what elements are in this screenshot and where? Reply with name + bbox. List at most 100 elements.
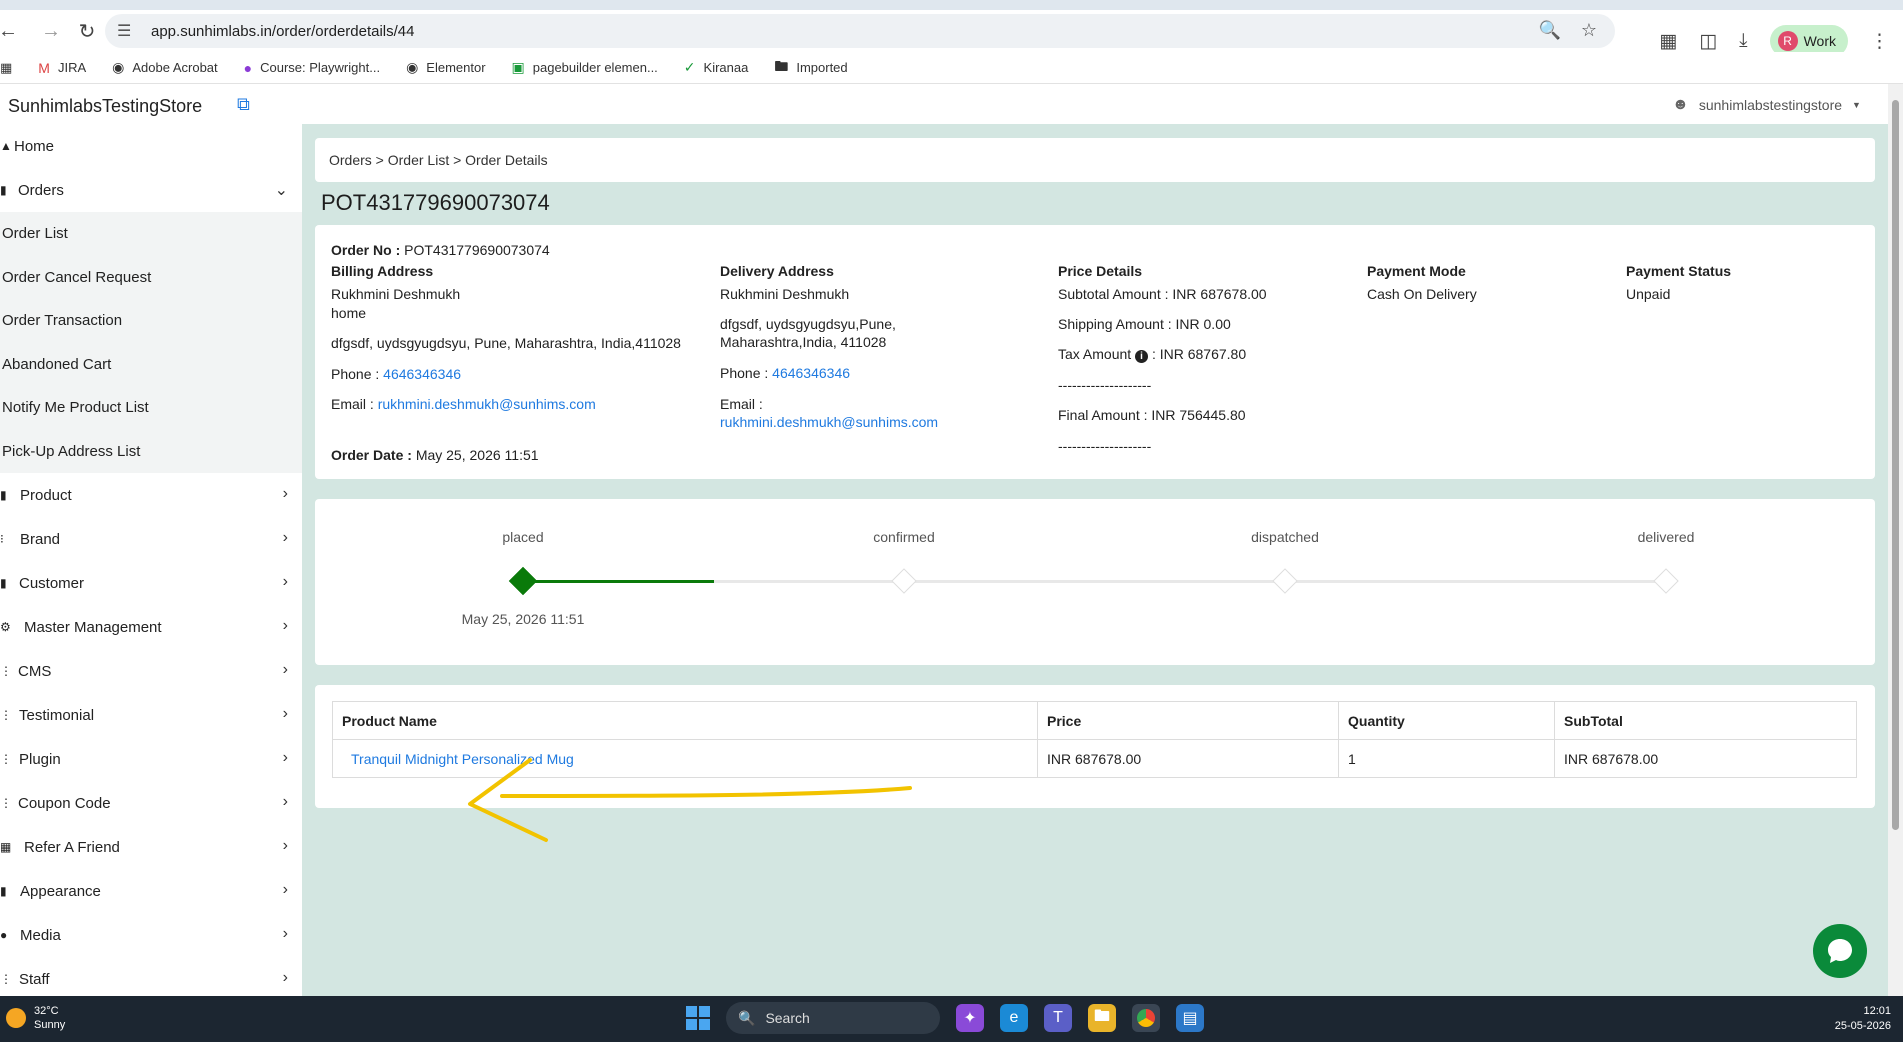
delivery-address-line1: dfgsdf, uydsgyugdsyu,Pune,	[720, 316, 896, 332]
chevron-right-icon: ›	[282, 881, 288, 898]
edge-icon[interactable]: e	[1000, 1004, 1028, 1032]
bookmark-elementor[interactable]: ◉ Elementor	[406, 59, 485, 76]
download-icon[interactable]: ⤓	[1739, 30, 1747, 52]
phone-link[interactable]: 4646346346	[772, 365, 850, 381]
row-quantity: 1	[1338, 739, 1555, 778]
step-confirmed-label: confirmed	[873, 529, 935, 545]
check-circle-icon: ✓	[683, 59, 696, 75]
bookmarks-bar: ▦ M JIRA ◉ Adobe Acrobat ● Course: Playwrig…	[0, 52, 1903, 84]
page-scrollbar[interactable]	[1888, 84, 1903, 996]
sidebar-item-customer[interactable]: ▮ Customer ›	[0, 561, 302, 605]
bookmark-course[interactable]: ● Course: Playwright...	[244, 60, 380, 76]
bookmark-jira[interactable]: M JIRA	[38, 60, 86, 76]
sidebar-item-order-cancel-request[interactable]: Order Cancel Request	[0, 256, 302, 300]
sidebar-item-master-management[interactable]: ⚙ Master Management ›	[0, 605, 302, 649]
shipping-amount: Shipping Amount : INR 0.00	[1058, 316, 1231, 332]
sidebar-item-plugin[interactable]: ⋮ Plugin ›	[0, 737, 302, 781]
testimonial-icon: ⋮	[0, 708, 12, 722]
chevron-right-icon: ›	[282, 969, 288, 986]
breadcrumb-text[interactable]: Orders > Order List > Order Details	[329, 152, 548, 168]
chrome-icon[interactable]	[1132, 1004, 1160, 1032]
home-icon: ▲	[0, 139, 12, 153]
brand-icon: ⁝	[0, 532, 4, 546]
email-link[interactable]: rukhmini.deshmukh@sunhims.com	[720, 414, 938, 430]
cast-icon[interactable]: ◫	[1699, 30, 1717, 53]
step-confirmed-marker	[891, 568, 917, 594]
order-date: Order Date : May 25, 2026 11:51	[331, 447, 539, 463]
apps-icon[interactable]: ▦	[0, 60, 12, 76]
sidebar-item-abandoned-cart[interactable]: Abandoned Cart	[0, 343, 302, 387]
email-link[interactable]: rukhmini.deshmukh@sunhims.com	[378, 396, 596, 412]
bookmark-pagebuilder[interactable]: ▣ pagebuilder elemen...	[512, 59, 658, 76]
sidebar-item-product[interactable]: ▮ Product ›	[0, 473, 302, 517]
sidebar-item-brand[interactable]: ⁝ Brand ›	[0, 517, 302, 561]
extensions-icon[interactable]: ▦	[1659, 30, 1677, 53]
globe-icon: ◉	[406, 59, 419, 75]
appearance-icon: ▮	[0, 884, 7, 898]
external-link-icon[interactable]: ⧉	[237, 94, 250, 115]
address-bar-row: ← → ↻ ☰ app.sunhimlabs.in/order/orderdet…	[0, 10, 1903, 57]
chevron-right-icon: ›	[282, 705, 288, 722]
billing-address: dfgsdf, uydsgyugdsyu, Pune, Maharashtra,…	[331, 335, 681, 351]
site-settings-icon[interactable]: ☰	[117, 21, 137, 41]
bookmark-star-icon[interactable]: ☆	[1581, 20, 1597, 41]
bookmark-imported[interactable]: 🖿 Imported	[774, 56, 847, 80]
url-bar[interactable]: ☰ app.sunhimlabs.in/order/orderdetails/4…	[105, 14, 1615, 48]
sidebar-item-refer-a-friend[interactable]: ▦ Refer A Friend ›	[0, 825, 302, 869]
zoom-icon[interactable]: 🔍	[1538, 20, 1560, 41]
weather-widget[interactable]: 32°C Sunny	[6, 1004, 65, 1033]
sidebar: SunhimlabsTestingStore ⧉ ▲ Home ▮ Orders ⌄ …	[0, 84, 302, 996]
staff-icon: ⋮	[0, 972, 12, 986]
billing-heading: Billing Address	[331, 263, 434, 279]
file-explorer-icon[interactable]: 🖿	[1088, 1004, 1116, 1032]
sidebar-item-testimonial[interactable]: ⋮ Testimonial ›	[0, 693, 302, 737]
delivery-email-label: Email :	[720, 396, 763, 412]
order-no-row: Order No : POT431779690073074	[331, 242, 550, 258]
back-icon[interactable]: ←	[0, 14, 18, 48]
delivery-phone: Phone : 4646346346	[720, 365, 851, 381]
search-icon: 🔍	[738, 1009, 756, 1026]
delivery-address-line2: Maharashtra,India, 411028	[720, 334, 887, 350]
user-menu[interactable]: ☻ sunhimlabstestingstore ▼	[1672, 96, 1861, 114]
status-track-progress	[523, 580, 714, 583]
separator-line: --------------------	[1058, 438, 1152, 454]
copilot-icon[interactable]: ✦	[956, 1004, 984, 1032]
sidebar-item-appearance[interactable]: ▮ Appearance ›	[0, 869, 302, 913]
bookmark-kiranaa[interactable]: ✓ Kiranaa	[684, 59, 749, 76]
sidebar-item-orders[interactable]: ▮ Orders ⌄	[0, 168, 302, 212]
sidebar-item-coupon-code[interactable]: ⋮ Coupon Code ›	[0, 781, 302, 825]
sidebar-item-home[interactable]: ▲ Home	[0, 124, 302, 168]
system-clock[interactable]: 12:01 25-05-2026	[1835, 1004, 1891, 1035]
page-title: POT431779690073074	[321, 190, 550, 215]
sidebar-item-order-list[interactable]: Order List	[0, 212, 302, 256]
payment-status: Unpaid	[1626, 286, 1671, 302]
sidebar-item-notify-me[interactable]: Notify Me Product List	[0, 386, 302, 430]
billing-phone: Phone : 4646346346	[331, 366, 462, 382]
reload-icon[interactable]: ↻	[70, 14, 104, 48]
sidebar-item-cms[interactable]: ⋮ CMS ›	[0, 649, 302, 693]
profile-label: Work	[1803, 33, 1836, 49]
sidebar-item-pickup-address[interactable]: Pick-Up Address List	[0, 430, 302, 474]
forward-icon[interactable]: →	[34, 14, 68, 48]
sidebar-item-media[interactable]: ● Media ›	[0, 913, 302, 957]
taskbar-search[interactable]: 🔍 Search	[726, 1002, 940, 1034]
chevron-right-icon: ›	[282, 749, 288, 766]
notepad-icon[interactable]: ▤	[1176, 1004, 1204, 1032]
info-icon[interactable]: i	[1135, 350, 1149, 363]
refer-icon: ▦	[0, 840, 12, 854]
teams-icon[interactable]: T	[1044, 1004, 1072, 1032]
folder-icon: 🖿	[774, 57, 789, 74]
bookmark-adobe[interactable]: ◉ Adobe Acrobat	[112, 59, 218, 76]
scroll-thumb[interactable]	[1892, 100, 1899, 830]
phone-link[interactable]: 4646346346	[383, 366, 461, 382]
sidebar-item-staff[interactable]: ⋮ Staff ›	[0, 957, 302, 996]
windows-start-icon[interactable]	[686, 1006, 710, 1030]
gmail-icon: M	[38, 59, 50, 76]
delivery-heading: Delivery Address	[720, 263, 834, 279]
store-brand[interactable]: SunhimlabsTestingStore	[8, 96, 202, 117]
sidebar-item-order-transaction[interactable]: Order Transaction	[0, 299, 302, 343]
chat-button[interactable]	[1813, 924, 1867, 978]
menu-kebab-icon[interactable]: ⋮	[1870, 30, 1889, 53]
chevron-right-icon: ›	[282, 617, 288, 634]
step-placed-date: May 25, 2026 11:51	[461, 611, 585, 627]
